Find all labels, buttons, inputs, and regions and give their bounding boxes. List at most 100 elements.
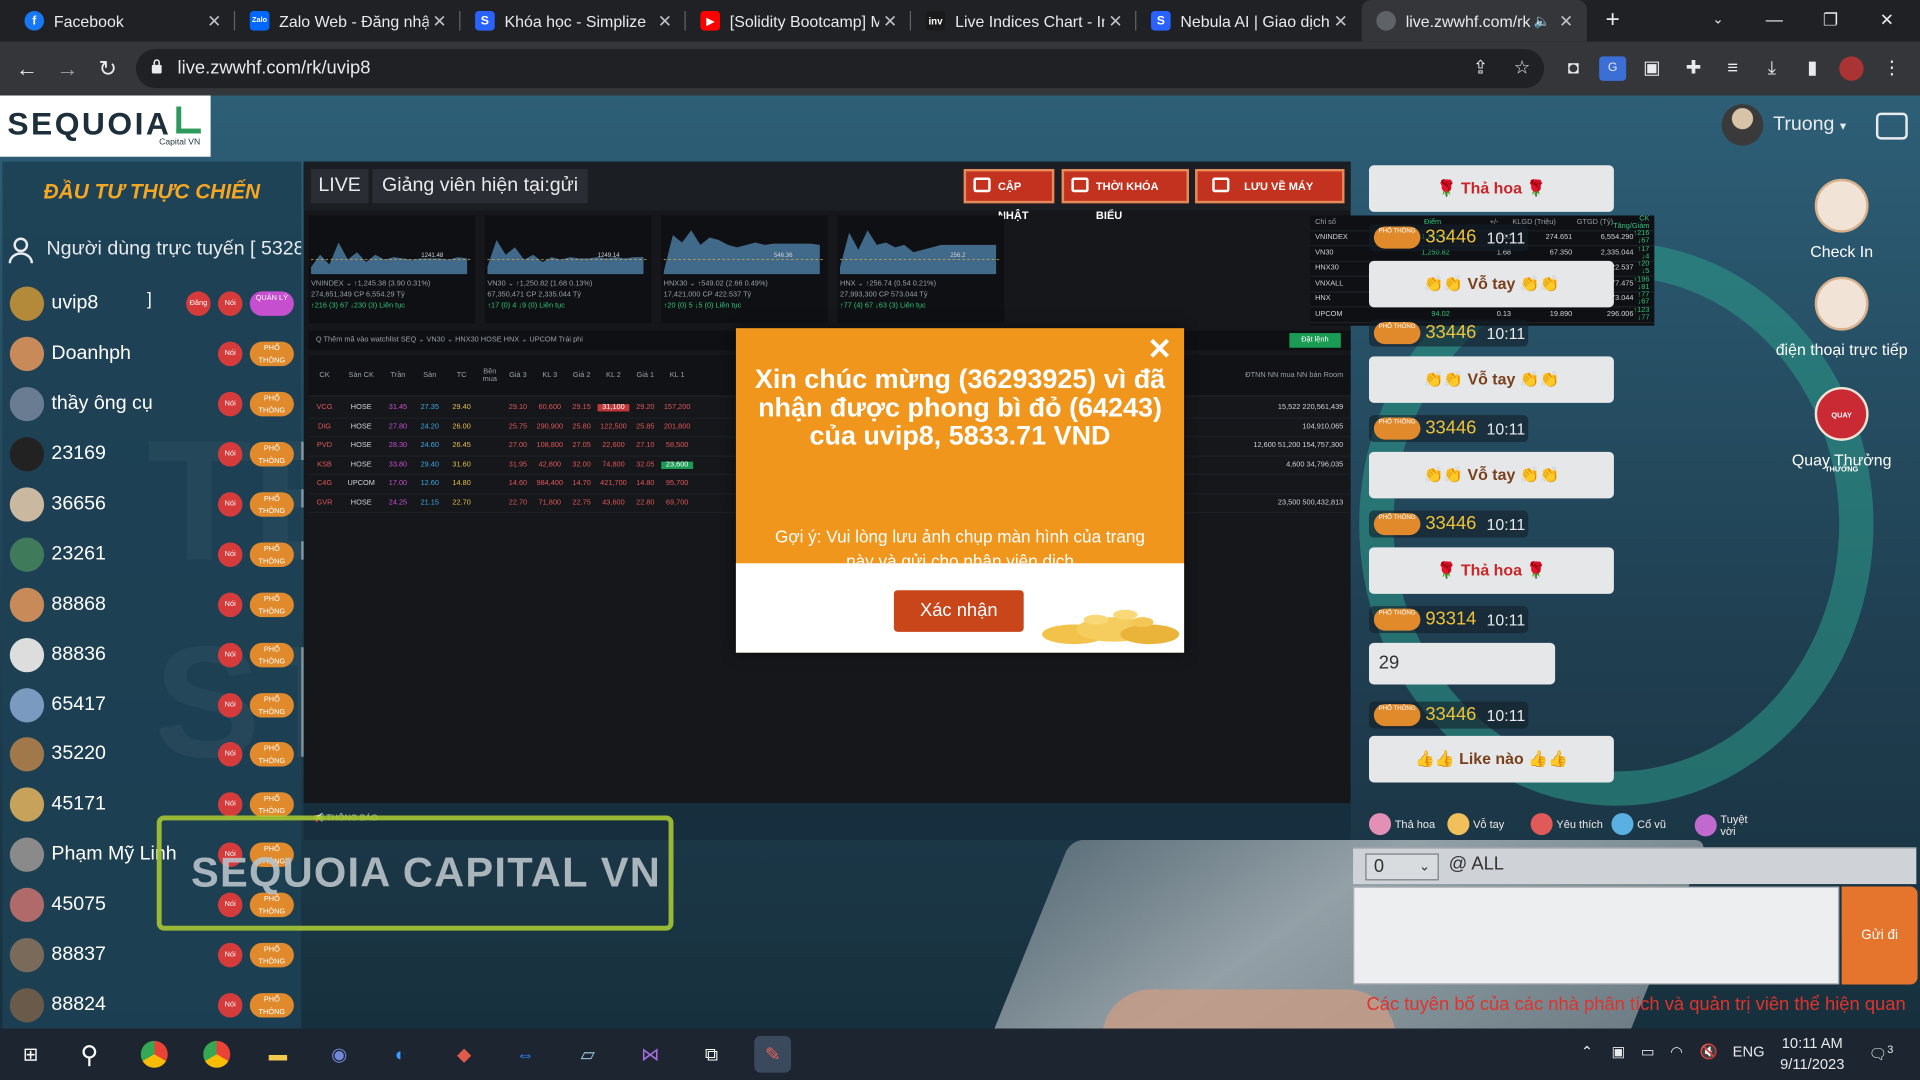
recipient-select[interactable]: 0 ⌄ (1365, 853, 1439, 881)
restore-icon[interactable]: ❐ (1802, 0, 1858, 42)
profile-avatar[interactable] (1839, 56, 1864, 81)
spin-button[interactable]: QUAY THƯỞNG Quay Thưởng (1763, 386, 1920, 474)
screenshot-extension-icon[interactable]: ◘ (1560, 56, 1587, 80)
close-icon[interactable]: ✕ (203, 10, 225, 31)
tray-app-icon[interactable]: ▣ (1611, 1043, 1625, 1060)
user-list-item[interactable]: Doanhph Nói PHỔ THÔNG (2, 329, 301, 379)
user-list-item[interactable]: thầy ông cụ Nói PHỔ THÔNG (2, 379, 301, 429)
sender-badge: PHỔ THÔNG (1373, 704, 1421, 727)
side-panel-icon[interactable]: ▮ (1799, 56, 1826, 80)
teamviewer-icon[interactable]: ⇔ (507, 1036, 544, 1073)
user-name: 65417 (51, 693, 106, 715)
volume-muted-icon[interactable]: 🔇 (1700, 1043, 1718, 1060)
search-icon[interactable]: ⚲ (71, 1036, 108, 1073)
chrome-profile-icon[interactable] (198, 1036, 235, 1073)
reaction-button[interactable]: Thả hoa (1368, 813, 1435, 836)
minimize-icon[interactable]: — (1746, 0, 1802, 42)
send-button[interactable]: Gửi đi (1841, 886, 1918, 985)
speaker-icon[interactable]: 🔈 (1533, 13, 1550, 29)
confirm-button[interactable]: Xác nhận (893, 590, 1024, 632)
close-icon[interactable]: ✕ (654, 10, 676, 31)
notification-icon[interactable]: 🗨3 (1869, 1043, 1894, 1063)
user-list-item[interactable]: 35220 Nói PHỔ THÔNG (2, 730, 301, 780)
phone-button[interactable]: điện thoại trực tiếp (1763, 276, 1920, 359)
tab-investing[interactable]: inv Live Indices Chart - In ✕ (911, 0, 1137, 42)
checkin-button[interactable]: Check In (1763, 178, 1920, 261)
shirt-icon[interactable] (1875, 112, 1908, 140)
reaction-button[interactable]: Vỗ tay (1447, 813, 1504, 836)
visual-studio-icon[interactable]: ⋈ (632, 1036, 669, 1073)
order-button[interactable]: Đặt lệnh (1288, 333, 1341, 348)
reaction-button[interactable]: Yêu thích (1530, 813, 1603, 836)
media-queue-icon[interactable]: ≡ (1719, 56, 1746, 80)
user-list-item[interactable]: 23169 Nói PHỔ THÔNG (2, 429, 301, 479)
tray-chevron-up-icon[interactable]: ⌃ (1581, 1043, 1593, 1060)
input-language[interactable]: ENG (1733, 1043, 1765, 1060)
tab-facebook[interactable]: f Facebook ✕ (10, 0, 236, 42)
bookmark-star-icon[interactable]: ☆ (1510, 56, 1534, 80)
youtube-icon: ▶ (700, 11, 721, 31)
new-tab-button[interactable]: + (1598, 5, 1627, 34)
share-icon[interactable]: ⇪ (1468, 56, 1492, 80)
close-icon[interactable]: ✕ (1145, 335, 1174, 365)
update-button[interactable]: CẬP NHẬT (963, 168, 1055, 222)
wifi-icon[interactable]: ◠ (1670, 1043, 1683, 1060)
notes-app-icon[interactable]: ▱ (569, 1036, 606, 1073)
user-list-item[interactable]: 88868 Nói PHỔ THÔNG (2, 580, 301, 630)
user-list-item[interactable]: 36656 Nói PHỔ THÔNG (2, 479, 301, 529)
tab-zalo[interactable]: Zalo Zalo Web - Đăng nhập ✕ (235, 0, 461, 42)
sequoia-logo[interactable]: SEQUOIA Capital VN (0, 95, 211, 157)
user-list-item[interactable]: 88824 Nói PHỔ THÔNG (2, 980, 301, 1028)
system-clock[interactable]: 10:11 AM 9/11/2023 (1773, 1033, 1851, 1075)
user-avatar (9, 887, 45, 923)
user-list-item[interactable]: uvip8] Đăng Nói QUẢN LÝ (2, 279, 301, 329)
edge-icon[interactable]: ◐ (382, 1036, 419, 1073)
back-arrow-icon[interactable]: ← (12, 54, 41, 83)
translate-extension-icon[interactable]: G (1599, 56, 1627, 81)
app-cube-icon[interactable]: ◆ (446, 1036, 483, 1073)
user-list-item[interactable]: 88836 Nói PHỔ THÔNG (2, 630, 301, 680)
reaction-button[interactable]: Tuyệt vời (1694, 813, 1766, 838)
close-icon[interactable]: ✕ (429, 10, 451, 31)
user-avatar (9, 337, 45, 372)
active-app-icon[interactable]: ✎ (754, 1035, 792, 1073)
address-bar[interactable]: live.zwwhf.com/rk/uvip8 ⇪ ☆ (135, 48, 1545, 89)
tab-title: [Solidity Bootcamp] M (729, 11, 880, 31)
browser-menu-icon[interactable]: ⋮ (1878, 56, 1905, 80)
extensions-puzzle-icon[interactable]: ✚ (1680, 56, 1707, 80)
index-mini-chart[interactable]: 1241.48 VNINDEX ⌄ ↑1,245.38 (3.90 0.31%) 2… (308, 215, 476, 324)
tab-youtube[interactable]: ▶ [Solidity Bootcamp] M ✕ (686, 0, 912, 42)
index-mini-chart[interactable]: 546.36 HNX30 ⌄ ↑549.02 (2.66 0.49%) 17,421… (661, 215, 828, 324)
file-explorer-icon[interactable]: ▬ (260, 1036, 297, 1073)
battery-icon[interactable]: ▭ (1641, 1043, 1655, 1060)
chrome-icon[interactable] (136, 1036, 173, 1073)
bid-price-3: 29.10 (508, 404, 528, 412)
snipping-tool-icon[interactable]: ⧉ (693, 1036, 730, 1073)
media-extension-icon[interactable]: ▣ (1638, 56, 1665, 80)
user-list-item[interactable]: 23261 Nói PHỔ THÔNG (2, 530, 301, 580)
user-list-item[interactable]: 65417 Nói PHỔ THÔNG (2, 680, 301, 730)
windows-start-icon[interactable]: ⊞ (12, 1036, 49, 1073)
close-icon[interactable]: ✕ (879, 10, 901, 31)
tab-simplize[interactable]: S Khóa học - Simplize ✕ (460, 0, 686, 42)
schedule-button[interactable]: THỜI KHÓA BIỂU (1061, 168, 1189, 222)
discord-icon[interactable]: ◉ (321, 1036, 358, 1073)
user-menu[interactable]: Truong ▾ (1709, 102, 1917, 151)
index-mini-chart[interactable]: 256.2 HNX ⌄ ↑256.74 (0.54 0.21%) 27,993,30… (837, 215, 1005, 324)
forward-arrow-icon[interactable]: → (53, 54, 82, 83)
index-mini-chart[interactable]: 1249.14 VN30 ⌄ ↑1,250.82 (1.68 0.13%) 67,3… (484, 215, 652, 324)
tab-nebula[interactable]: S Nebula AI | Giao dịch ✕ (1136, 0, 1361, 42)
download-icon[interactable]: ⤓ (1758, 56, 1785, 80)
close-window-icon[interactable]: ✕ (1859, 0, 1915, 42)
tab-search-chevron-icon[interactable]: ⌄ (1690, 0, 1746, 42)
tab-live-zwwhf[interactable]: live.zwwhf.com/rk 🔈 ✕ (1361, 0, 1587, 42)
user-list-item[interactable]: 88837 Nói PHỔ THÔNG (2, 930, 301, 980)
reload-icon[interactable]: ↻ (93, 54, 122, 83)
close-icon[interactable]: ✕ (1330, 10, 1352, 31)
close-icon[interactable]: ✕ (1104, 10, 1126, 31)
save-button[interactable]: LƯU VỀ MÁY (1195, 168, 1345, 204)
user-avatar (9, 687, 45, 722)
reaction-button[interactable]: Cổ vũ (1611, 813, 1666, 836)
close-icon[interactable]: ✕ (1555, 10, 1577, 31)
chat-message-input[interactable] (1353, 886, 1840, 985)
